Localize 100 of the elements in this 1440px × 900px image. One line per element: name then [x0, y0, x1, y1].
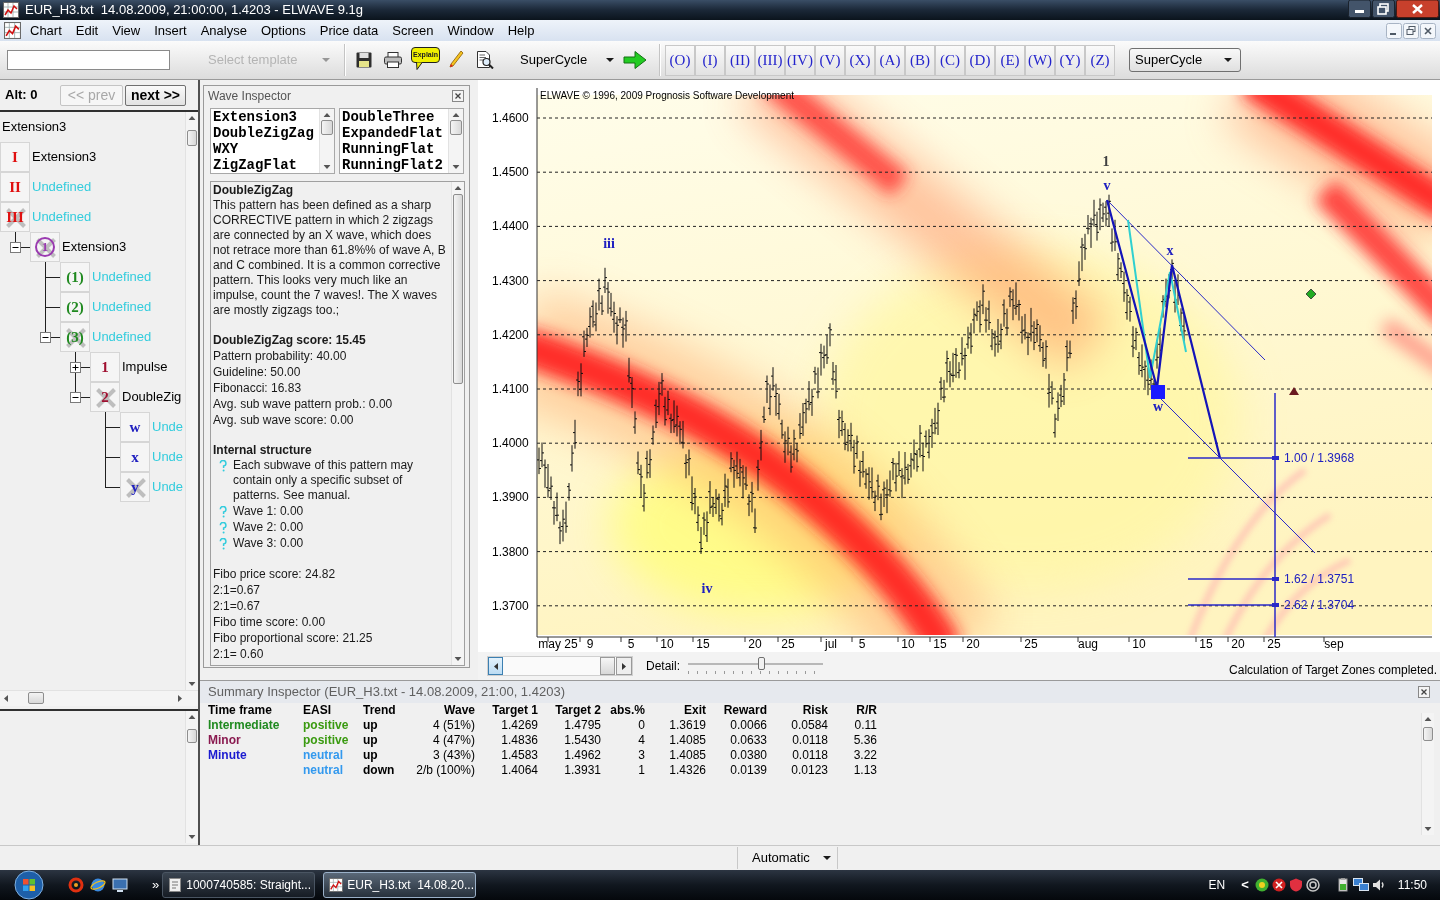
pen-icon[interactable] — [448, 50, 464, 70]
wave-degree-button[interactable]: (W) — [1025, 44, 1055, 76]
scrollbar[interactable] — [319, 109, 334, 173]
down-arrow-icon[interactable] — [188, 682, 196, 686]
language-indicator[interactable]: EN — [1208, 876, 1226, 894]
scrollbar[interactable] — [448, 109, 463, 173]
left-arrow-icon[interactable] — [4, 695, 8, 702]
scrollbar[interactable] — [185, 711, 198, 843]
wave-tile[interactable]: III — [0, 202, 30, 232]
restore-icon[interactable] — [1403, 22, 1419, 39]
wave-degree-button[interactable]: (X) — [845, 44, 875, 76]
minus-icon[interactable] — [10, 242, 21, 253]
wave-tile[interactable]: x — [120, 442, 150, 472]
network-icon[interactable] — [1352, 878, 1369, 892]
wave-degree-button[interactable]: (Z) — [1085, 44, 1115, 76]
up-arrow-icon[interactable] — [452, 113, 460, 117]
list-item[interactable]: ExpandedFlat — [342, 125, 448, 141]
wave-tile[interactable]: II — [0, 172, 30, 202]
wave-label[interactable]: Extension3 — [32, 147, 97, 167]
document-search-icon[interactable] — [476, 51, 494, 69]
chart-grid-icon[interactable] — [4, 22, 21, 39]
restore-icon[interactable] — [1372, 0, 1395, 18]
wave-degree-button[interactable]: (O) — [665, 44, 695, 76]
up-arrow-icon[interactable] — [188, 116, 196, 120]
globe-icon[interactable] — [90, 877, 106, 893]
error-icon[interactable] — [1271, 878, 1286, 892]
wave-degree-button[interactable]: (V) — [815, 44, 845, 76]
battery-icon[interactable] — [1335, 878, 1350, 892]
wave-degree-button[interactable]: (A) — [875, 44, 905, 76]
task-button[interactable]: 1000740585: Straight... — [162, 872, 316, 898]
menu-item[interactable]: Analyse — [193, 22, 254, 39]
minus-icon[interactable] — [70, 392, 81, 403]
up-arrow-icon[interactable] — [1424, 717, 1432, 721]
close-icon[interactable] — [1420, 22, 1436, 39]
circle-icon[interactable] — [1254, 878, 1269, 892]
slider-thumb[interactable] — [757, 657, 765, 670]
wave-degree-button[interactable]: (II) — [725, 44, 755, 76]
wave-tile[interactable]: 2 — [90, 382, 120, 412]
up-arrow-icon[interactable] — [188, 715, 196, 719]
up-arrow-icon[interactable] — [454, 186, 462, 190]
scroll-thumb[interactable] — [187, 130, 197, 146]
wave-tile[interactable]: (1) — [60, 262, 90, 292]
scrollbar[interactable] — [487, 656, 633, 676]
tree-root-label[interactable]: Extension3 — [2, 117, 67, 137]
menu-item[interactable]: Chart — [23, 22, 69, 39]
scrollbar[interactable] — [185, 112, 198, 690]
speaker-icon[interactable] — [1371, 878, 1386, 892]
down-arrow-icon[interactable] — [323, 165, 331, 169]
plus-icon[interactable] — [70, 362, 81, 373]
wave-tile[interactable]: (3) — [60, 322, 90, 352]
list-item[interactable]: RunningFlat — [342, 141, 448, 157]
scrollbar[interactable] — [0, 690, 198, 706]
detail-slider[interactable] — [688, 656, 823, 676]
mode-dropdown[interactable]: Automatic — [737, 847, 838, 869]
scroll-thumb[interactable] — [28, 692, 44, 704]
task-button[interactable]: EUR_H3.txt 14.08.20... — [323, 872, 477, 898]
close-icon[interactable] — [1418, 686, 1430, 698]
wave-label[interactable]: Extension3 — [62, 237, 127, 257]
menu-item[interactable]: Screen — [385, 22, 441, 39]
wave-degree-button[interactable]: (Y) — [1055, 44, 1085, 76]
scroll-right-button[interactable] — [616, 657, 632, 675]
tray-expand-button[interactable]: < — [1241, 875, 1249, 895]
menu-item[interactable]: Help — [500, 22, 542, 39]
scroll-thumb[interactable] — [321, 120, 333, 135]
minimize-icon[interactable] — [1348, 0, 1371, 18]
down-arrow-icon[interactable] — [454, 657, 462, 661]
wave-degree-button[interactable]: (IV) — [785, 44, 815, 76]
menu-item[interactable]: View — [105, 22, 148, 39]
wave-tile[interactable]: y — [120, 472, 150, 502]
menu-item[interactable]: Edit — [68, 22, 106, 39]
list-item[interactable]: Extension3 — [213, 109, 319, 125]
wave-degree-button[interactable]: (E) — [995, 44, 1025, 76]
ring-icon[interactable] — [68, 877, 84, 893]
wave-tile[interactable]: 1 — [90, 352, 120, 382]
scroll-thumb[interactable] — [600, 657, 615, 675]
minus-icon[interactable] — [40, 332, 51, 343]
degree-dropdown[interactable]: SuperCycle — [508, 49, 618, 71]
scroll-thumb[interactable] — [187, 729, 197, 743]
scroll-left-button[interactable] — [488, 657, 503, 675]
wave-tile[interactable]: I — [0, 142, 30, 172]
wave-label[interactable]: DoubleZig — [122, 387, 182, 407]
menu-item[interactable]: Window — [440, 22, 501, 39]
scroll-thumb[interactable] — [450, 120, 462, 135]
up-arrow-icon[interactable] — [323, 113, 331, 117]
right-arrow-icon[interactable] — [623, 50, 647, 70]
list-item[interactable]: DoubleThree — [342, 109, 448, 125]
list-item[interactable]: RunningFlat2 — [342, 157, 448, 173]
list-item[interactable]: WXY — [213, 141, 319, 157]
scroll-thumb[interactable] — [453, 194, 463, 384]
wave-degree-button[interactable]: (D) — [965, 44, 995, 76]
list-item[interactable]: ZigZagFlat — [213, 157, 319, 173]
menu-item[interactable]: Insert — [147, 22, 194, 39]
down-arrow-icon[interactable] — [188, 835, 196, 839]
scrollbar[interactable] — [1421, 713, 1434, 835]
close-icon[interactable] — [1396, 0, 1439, 18]
scrollbar[interactable] — [451, 182, 464, 665]
wave-degree-button[interactable]: (I) — [695, 44, 725, 76]
close-icon[interactable] — [452, 90, 464, 102]
menu-item[interactable]: Options — [253, 22, 313, 39]
wave-degree-button[interactable]: (C) — [935, 44, 965, 76]
